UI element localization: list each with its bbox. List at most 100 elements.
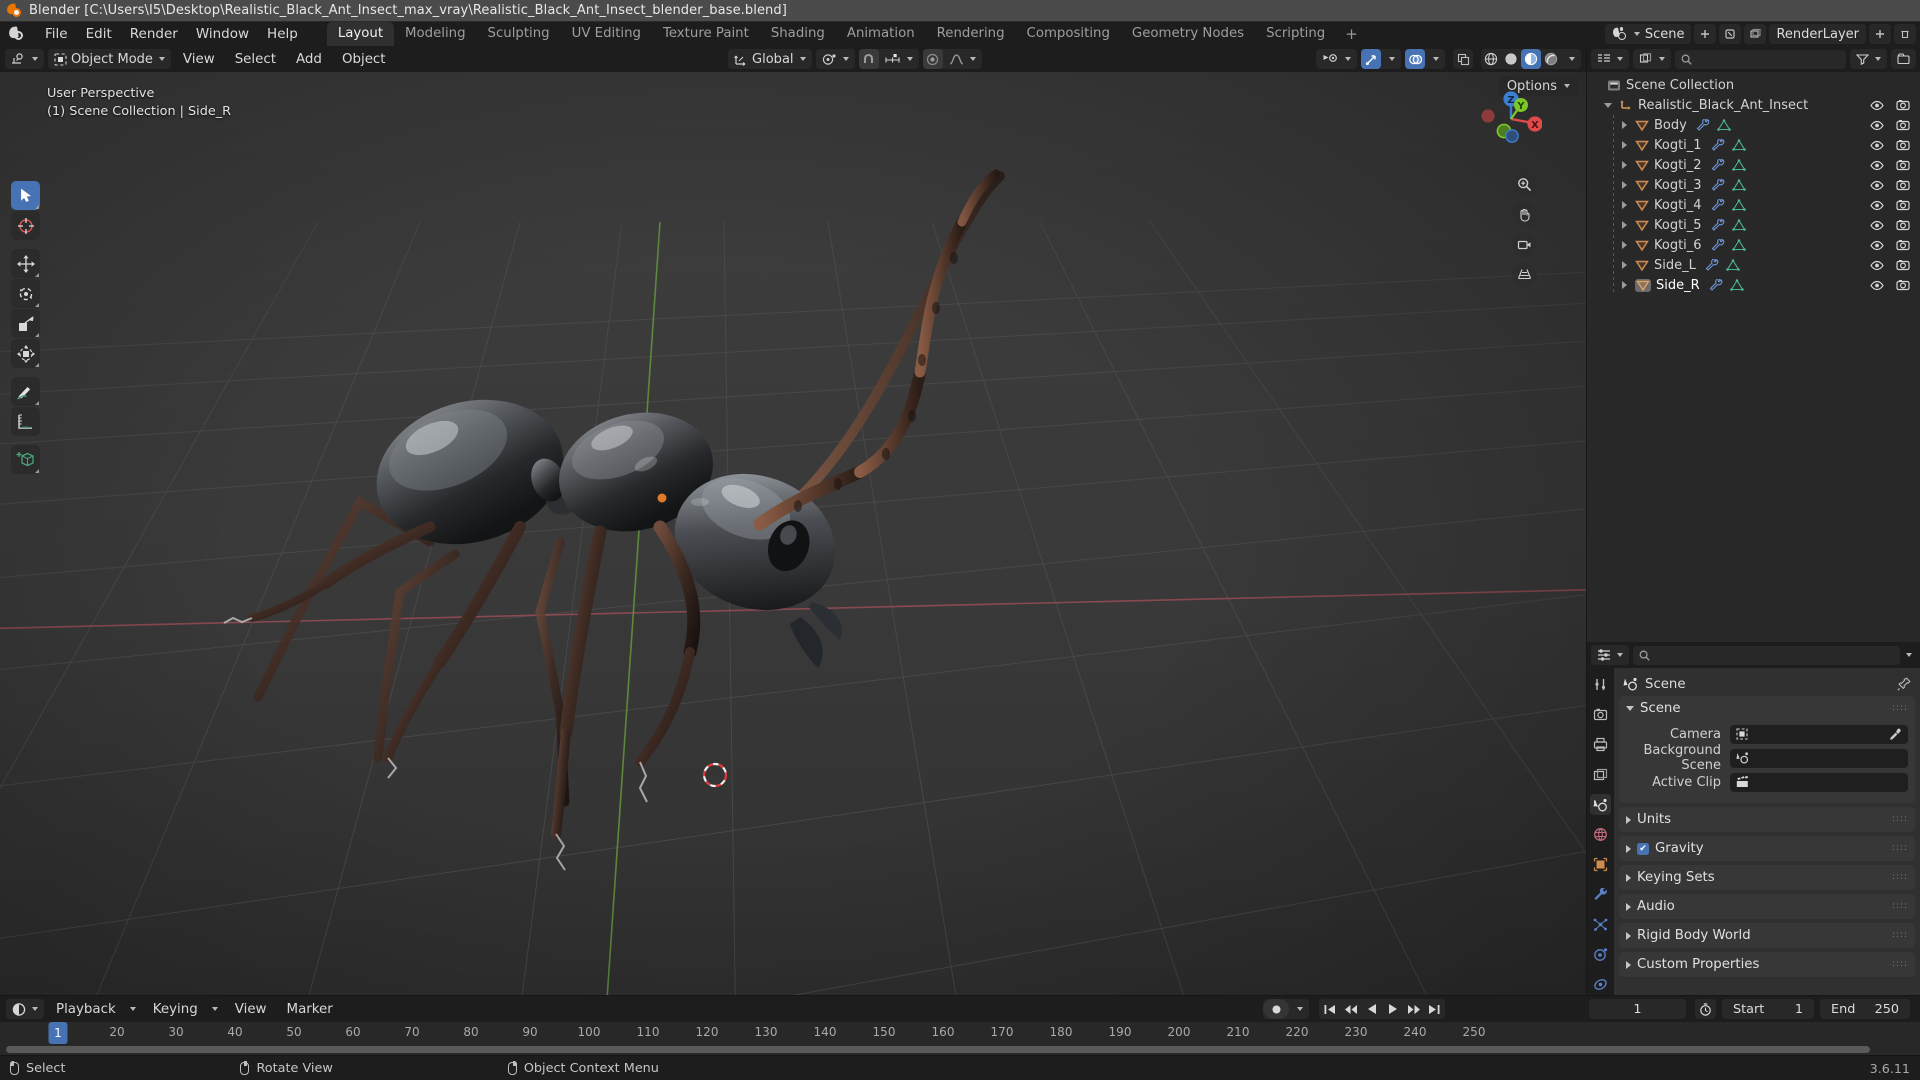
workspace-tab-modeling[interactable]: Modeling xyxy=(394,22,477,46)
wrench-modifier-icon[interactable] xyxy=(1711,179,1725,191)
workspace-tab-scripting[interactable]: Scripting xyxy=(1255,22,1336,46)
use-preview-range-button[interactable] xyxy=(1695,999,1716,1019)
background-scene-field[interactable] xyxy=(1730,748,1908,768)
panel-keying-sets[interactable]: Keying Sets :::: xyxy=(1619,865,1915,890)
solid-shading-button[interactable] xyxy=(1501,49,1521,69)
mesh-data-icon[interactable] xyxy=(1731,219,1746,231)
object-expand-toggle[interactable] xyxy=(1619,220,1629,230)
editor-type-icon[interactable] xyxy=(5,49,44,69)
mesh-data-icon[interactable] xyxy=(1731,199,1746,211)
eye-visibility-icon[interactable] xyxy=(1870,220,1884,231)
outliner-row-scene-collection[interactable]: Scene Collection xyxy=(1587,75,1920,95)
overlays-icon[interactable] xyxy=(1405,49,1426,69)
workspace-tab-sculpting[interactable]: Sculpting xyxy=(477,22,561,46)
outliner-row-object-active[interactable]: Side_R xyxy=(1587,275,1920,295)
workspace-tab-animation[interactable]: Animation xyxy=(836,22,926,46)
workspace-tab-geometry-nodes[interactable]: Geometry Nodes xyxy=(1121,22,1255,46)
panel-scene-header[interactable]: Scene :::: xyxy=(1619,696,1915,721)
view-layer-tab[interactable] xyxy=(1590,764,1611,785)
remove-view-layer-button[interactable] xyxy=(1894,24,1916,44)
timeline-ruler[interactable]: 10 20 30 40 50 60 70 80 90 100 110 120 1… xyxy=(0,1022,1920,1044)
interaction-mode-selector[interactable]: Object Mode xyxy=(48,49,171,69)
scene-tab[interactable] xyxy=(1590,794,1611,815)
pin-icon[interactable] xyxy=(1897,677,1911,691)
material-preview-shading-button[interactable] xyxy=(1521,49,1542,69)
tweak-tool-button[interactable] xyxy=(11,181,40,210)
proportional-editing-icon[interactable] xyxy=(922,49,943,69)
overlay-controls[interactable] xyxy=(1405,49,1446,69)
new-scene-button[interactable] xyxy=(1694,24,1717,44)
object-mode-button[interactable]: Object Mode xyxy=(48,49,171,69)
panel-units[interactable]: Units :::: xyxy=(1619,807,1915,832)
viewport-menu-view[interactable]: View xyxy=(175,50,223,69)
menu-window[interactable]: Window xyxy=(187,23,258,45)
mesh-data-icon[interactable] xyxy=(1731,139,1746,151)
panel-keying-sets-header[interactable]: Keying Sets :::: xyxy=(1619,865,1915,890)
properties-editor-icon[interactable] xyxy=(1591,645,1629,665)
viewport-menu-add[interactable]: Add xyxy=(288,50,330,69)
mesh-data-icon[interactable] xyxy=(1731,239,1746,251)
eye-visibility-icon[interactable] xyxy=(1870,160,1884,171)
add-workspace-button[interactable]: + xyxy=(1336,23,1367,45)
eye-visibility-icon[interactable] xyxy=(1870,280,1884,291)
eye-visibility-icon[interactable] xyxy=(1870,180,1884,191)
transform-tool-button[interactable] xyxy=(11,339,40,368)
zoom-icon[interactable] xyxy=(1512,172,1537,197)
render-tab[interactable] xyxy=(1590,704,1611,725)
auto-keying-controls[interactable] xyxy=(1263,999,1309,1019)
outliner-row-collection[interactable]: Realistic_Black_Ant_Insect xyxy=(1587,95,1920,115)
rotate-tool-button[interactable] xyxy=(11,279,40,308)
3d-viewport[interactable]: User Perspective (1) Scene Collection | … xyxy=(0,72,1586,995)
camera-render-visibility-icon[interactable] xyxy=(1896,159,1910,171)
tool-tab[interactable] xyxy=(1590,674,1611,695)
proportional-editing-controls[interactable] xyxy=(922,49,982,69)
snapping-controls[interactable] xyxy=(858,49,919,69)
properties-editor-type[interactable] xyxy=(1591,645,1629,665)
shading-mode-selector[interactable] xyxy=(1481,49,1582,69)
pivot-point-icon[interactable] xyxy=(816,49,855,69)
current-frame-field[interactable]: 1 xyxy=(1589,999,1686,1019)
outliner-editor-type[interactable] xyxy=(1591,49,1629,69)
panel-gravity[interactable]: ✔ Gravity :::: xyxy=(1619,836,1915,861)
outliner-row-object[interactable]: Kogti_6 xyxy=(1587,235,1920,255)
toggle-perspective-icon[interactable] xyxy=(1512,262,1537,287)
panel-audio-header[interactable]: Audio :::: xyxy=(1619,894,1915,919)
timeline-menu-marker[interactable]: Marker xyxy=(279,1000,341,1019)
wireframe-shading-button[interactable] xyxy=(1481,49,1501,69)
play-reverse-button[interactable] xyxy=(1361,999,1382,1019)
object-expand-toggle[interactable] xyxy=(1619,180,1629,190)
visibility-selector-icon[interactable] xyxy=(1316,49,1357,69)
eye-visibility-icon[interactable] xyxy=(1870,100,1884,111)
snap-to-selector[interactable] xyxy=(879,49,919,69)
camera-render-visibility-icon[interactable] xyxy=(1896,279,1910,291)
outliner-row-object[interactable]: Body xyxy=(1587,115,1920,135)
camera-render-visibility-icon[interactable] xyxy=(1896,139,1910,151)
timeline-menu-view[interactable]: View xyxy=(227,1000,275,1019)
add-cube-tool-button[interactable] xyxy=(11,445,40,474)
panel-rigid-body-world-header[interactable]: Rigid Body World :::: xyxy=(1619,923,1915,948)
annotate-tool-button[interactable] xyxy=(11,377,40,406)
transform-orientation-button[interactable]: Global xyxy=(728,49,811,69)
outliner-row-object[interactable]: Kogti_1 xyxy=(1587,135,1920,155)
outliner-row-object[interactable]: Kogti_4 xyxy=(1587,195,1920,215)
gravity-checkbox[interactable]: ✔ xyxy=(1637,842,1649,855)
object-tab[interactable] xyxy=(1590,854,1611,875)
timeline-scrollbar-thumb[interactable] xyxy=(6,1046,1870,1053)
panel-audio[interactable]: Audio :::: xyxy=(1619,894,1915,919)
outliner-row-object[interactable]: Kogti_2 xyxy=(1587,155,1920,175)
eye-visibility-icon[interactable] xyxy=(1870,120,1884,131)
pivot-point-selector[interactable] xyxy=(815,49,855,69)
camera-field[interactable] xyxy=(1730,724,1908,744)
eye-visibility-icon[interactable] xyxy=(1870,200,1884,211)
timeline-editor-type[interactable] xyxy=(6,999,44,1019)
camera-render-visibility-icon[interactable] xyxy=(1896,119,1910,131)
xray-toggle-icon[interactable] xyxy=(1453,49,1474,69)
jump-to-end-button[interactable] xyxy=(1424,999,1445,1019)
eye-visibility-icon[interactable] xyxy=(1870,240,1884,251)
new-collection-button[interactable] xyxy=(1891,49,1916,69)
wrench-modifier-icon[interactable] xyxy=(1711,239,1725,251)
outliner-display-selector[interactable] xyxy=(1633,49,1671,69)
navigation-gizmo[interactable]: Z Y X xyxy=(1480,88,1542,150)
scale-tool-button[interactable] xyxy=(11,309,40,338)
unlink-scene-button[interactable] xyxy=(1719,24,1742,44)
